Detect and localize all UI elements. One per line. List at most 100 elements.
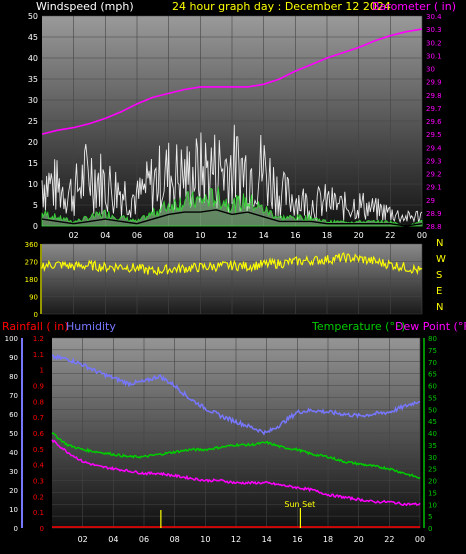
temperature-axis-label: Temperature (°F) — [311, 320, 406, 333]
temp-x-tick-label: 10 — [200, 535, 210, 544]
temp-y-tick-label: 20 — [428, 478, 437, 486]
wind-y-tick-label: 5 — [33, 201, 38, 210]
barometer-y-tick-label: 30.1 — [426, 52, 442, 60]
temp-y-tick-label: 75 — [428, 347, 437, 355]
rain-y-tick-label: 1.1 — [33, 351, 44, 359]
barometer-y-tick-label: 29.1 — [426, 184, 442, 192]
humidity-axis-label: Humidity — [66, 320, 116, 333]
wind-x-tick-label: 06 — [132, 231, 142, 240]
temp-x-tick-label: 02 — [78, 535, 88, 544]
barometer-y-tick-label: 29.4 — [426, 144, 442, 152]
dewpoint-axis-label: Dew Point (°F) — [395, 320, 466, 333]
compass-label: N — [436, 238, 443, 249]
temp-y-tick-label: 40 — [428, 430, 437, 438]
rain-y-tick-label: 0.8 — [33, 398, 44, 406]
wind-x-tick-label: 02 — [69, 231, 79, 240]
temp-x-tick-label: 12 — [231, 535, 241, 544]
direction-y-tick-label: 270 — [25, 259, 38, 267]
rain-y-tick-label: 1.2 — [33, 335, 44, 343]
wind-x-tick-label: 18 — [322, 231, 332, 240]
rain-y-tick-label: 0.7 — [33, 414, 44, 422]
humidity-y-tick-label: 20 — [9, 487, 18, 495]
sunset-label: Sun Set — [284, 500, 315, 509]
humidity-y-tick-label: 10 — [9, 506, 18, 514]
direction-y-tick-label: 360 — [25, 241, 38, 249]
barometer-axis-label: Barometer ( in) — [372, 0, 456, 13]
wind-y-tick-label: 15 — [28, 159, 38, 168]
temp-x-tick-label: 14 — [262, 535, 272, 544]
wind-x-tick-label: 22 — [385, 231, 395, 240]
wind-x-tick-label: 10 — [195, 231, 205, 240]
temp-y-tick-label: 0 — [428, 525, 432, 533]
barometer-y-tick-label: 30 — [426, 66, 435, 74]
rain-y-tick-label: 0 — [40, 525, 44, 533]
wind-x-tick-label: 20 — [354, 231, 364, 240]
temp-y-tick-label: 10 — [428, 501, 437, 509]
temp-x-tick-label: 08 — [170, 535, 180, 544]
weather-graph-svg: Windspeed (mph) 24 hour graph day : Dece… — [2, 0, 466, 544]
barometer-y-tick-label: 29.6 — [426, 118, 442, 126]
barometer-y-tick-label: 29 — [426, 197, 435, 205]
wind-y-tick-label: 20 — [28, 138, 38, 147]
humidity-y-tick-label: 40 — [9, 449, 18, 457]
temp-y-tick-label: 30 — [428, 454, 437, 462]
wind-y-tick-label: 35 — [28, 75, 38, 84]
barometer-y-tick-label: 29.5 — [426, 131, 442, 139]
barometer-y-tick-label: 29.9 — [426, 79, 442, 87]
chart-title: 24 hour graph day : December 12 2024 — [172, 0, 391, 13]
wind-x-tick-label: 08 — [164, 231, 174, 240]
weather-graph-page: Windspeed (mph) 24 hour graph day : Dece… — [0, 0, 466, 554]
wind-y-tick-label: 40 — [28, 54, 38, 63]
humidity-y-tick-label: 90 — [9, 354, 18, 362]
temp-x-tick-label: 20 — [354, 535, 364, 544]
temp-y-tick-label: 45 — [428, 418, 437, 426]
humidity-y-tick-label: 100 — [5, 335, 18, 343]
rain-y-tick-label: 0.1 — [33, 509, 44, 517]
wind-x-tick-label: 16 — [290, 231, 300, 240]
barometer-y-tick-label: 29.3 — [426, 157, 442, 165]
temp-x-tick-label: 16 — [292, 535, 302, 544]
barometer-y-tick-label: 29.8 — [426, 92, 442, 100]
humidity-y-tick-label: 60 — [9, 411, 18, 419]
barometer-y-tick-label: 30.2 — [426, 39, 442, 47]
barometer-y-tick-label: 29.7 — [426, 105, 442, 113]
direction-y-tick-label: 0 — [34, 311, 38, 319]
wind-x-tick-label: 04 — [100, 231, 110, 240]
temp-x-tick-label: 00 — [415, 535, 425, 544]
rain-y-tick-label: 0.5 — [33, 446, 44, 454]
wind-x-tick-label: 00 — [417, 231, 427, 240]
temp-y-tick-label: 60 — [428, 383, 437, 391]
temp-y-tick-label: 65 — [428, 371, 437, 379]
temp-x-tick-label: 22 — [384, 535, 394, 544]
compass-label: S — [436, 270, 442, 281]
temp-y-tick-label: 5 — [428, 513, 432, 521]
rainfall-axis-label: Rainfall ( in) — [2, 320, 69, 333]
compass-label: E — [436, 286, 442, 297]
wind-y-tick-label: 30 — [28, 96, 38, 105]
direction-y-tick-label: 90 — [29, 294, 38, 302]
wind-y-tick-label: 50 — [28, 12, 38, 21]
temp-y-tick-label: 70 — [428, 359, 437, 367]
barometer-y-tick-label: 30.3 — [426, 26, 442, 34]
humidity-y-tick-label: 50 — [9, 430, 18, 438]
barometer-y-tick-label: 29.2 — [426, 171, 442, 179]
wind-y-tick-label: 0 — [33, 222, 38, 231]
barometer-y-tick-label: 28.9 — [426, 210, 442, 218]
wind-y-tick-label: 45 — [28, 33, 38, 42]
temp-y-tick-label: 25 — [428, 466, 437, 474]
wind-x-tick-label: 14 — [259, 231, 269, 240]
rain-y-tick-label: 1 — [40, 367, 44, 375]
temp-x-tick-label: 18 — [323, 535, 333, 544]
wind-y-tick-label: 25 — [28, 117, 38, 126]
humidity-y-tick-label: 80 — [9, 373, 18, 381]
temp-y-tick-label: 50 — [428, 406, 437, 414]
rain-y-tick-label: 0.3 — [33, 478, 44, 486]
humidity-y-tick-label: 70 — [9, 392, 18, 400]
barometer-y-tick-label: 28.8 — [426, 223, 442, 231]
rain-y-tick-label: 0.4 — [33, 462, 45, 470]
rain-y-tick-label: 0.9 — [33, 383, 44, 391]
direction-y-tick-label: 180 — [25, 276, 38, 284]
temp-y-tick-label: 80 — [428, 335, 437, 343]
temp-y-tick-label: 15 — [428, 489, 437, 497]
wind-y-tick-label: 10 — [28, 180, 38, 189]
